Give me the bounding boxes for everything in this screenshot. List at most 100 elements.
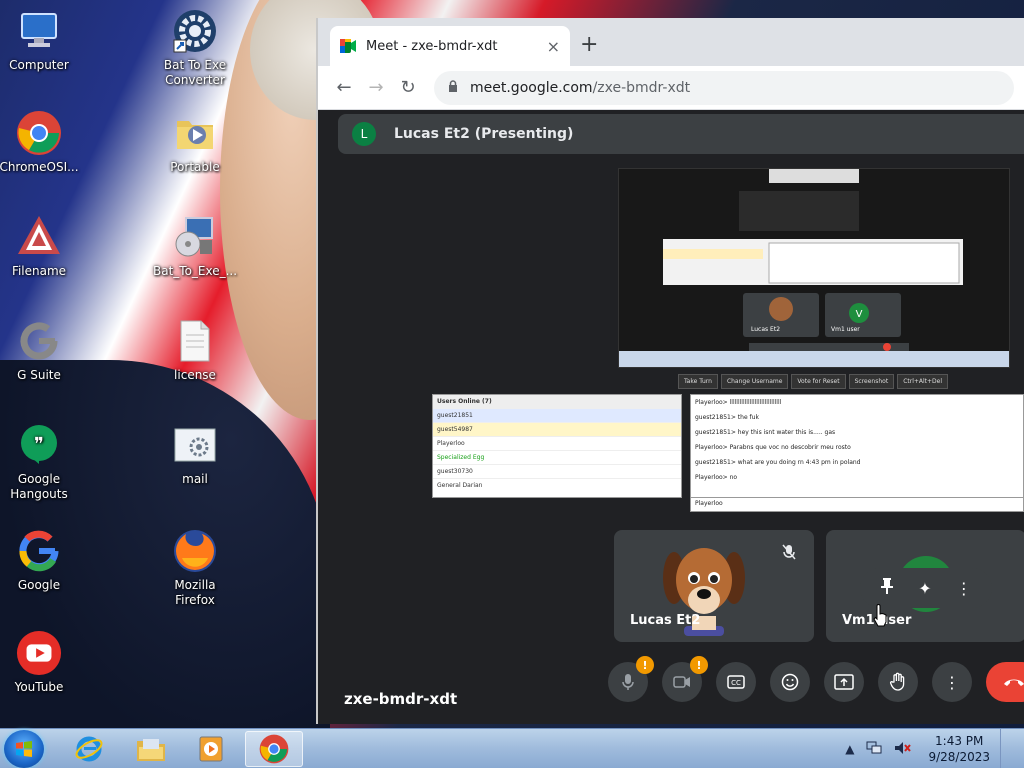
- gsuite-icon: [16, 318, 62, 364]
- chat-input[interactable]: Playerloo: [691, 497, 1023, 511]
- desktop-icon-gsuite[interactable]: G Suite: [0, 318, 81, 383]
- document-icon: [172, 318, 218, 364]
- desktop-icon-portable[interactable]: Portable: [153, 110, 237, 175]
- more-options-icon[interactable]: ⋮: [956, 579, 972, 598]
- desktop-icon-google[interactable]: Google: [0, 528, 81, 593]
- youtube-icon: [16, 630, 62, 676]
- nested-avatar: V: [856, 309, 863, 320]
- shared-screen: V Lucas Et2 Vm1 user Take Turn Change Us…: [432, 168, 1024, 512]
- installer-icon: [172, 214, 218, 260]
- windows-logo-icon: [16, 741, 32, 757]
- nested-tile-name: Vm1 user: [831, 326, 860, 333]
- ctrl-alt-del-button[interactable]: Ctrl+Alt+Del: [897, 374, 949, 389]
- browser-toolbar: ← → ↻ meet.google.com/zxe-bmdr-xdt: [318, 66, 1024, 110]
- firefox-icon: [172, 528, 218, 574]
- desktop-icon-chromeos[interactable]: ChromeOSI...: [0, 110, 81, 175]
- chat-message: Playerloo> lllllllllllllllllllllllllllll…: [695, 399, 782, 406]
- participant-name: Lucas Et2: [630, 613, 701, 628]
- url-host: meet.google.com: [470, 79, 593, 96]
- hangouts-icon: ❞: [16, 422, 62, 468]
- captions-button[interactable]: CC: [716, 662, 756, 702]
- taskbar-media-player[interactable]: [182, 731, 240, 767]
- camera-button[interactable]: !: [662, 656, 708, 702]
- volume-muted-icon[interactable]: [894, 741, 912, 758]
- taskbar-explorer[interactable]: [122, 731, 180, 767]
- chat-message: guest21851> what are you doing rn 4:43 p…: [695, 459, 861, 466]
- presenter-label: Lucas Et2 (Presenting): [394, 126, 574, 142]
- more-vert-icon: ⋮: [944, 672, 960, 692]
- lock-icon: [448, 80, 458, 95]
- google-icon: [16, 528, 62, 574]
- raise-hand-button[interactable]: [878, 662, 918, 702]
- desktop-icon-bat-to-exe[interactable]: Bat_To_Exe_...: [153, 214, 237, 279]
- system-tray: ▲ 1:43 PM 9/28/2023: [839, 729, 1024, 768]
- tile-hover-menu: ✦ ⋮: [860, 568, 992, 608]
- address-bar[interactable]: meet.google.com/zxe-bmdr-xdt: [434, 70, 1014, 105]
- vm-toolbar: Take Turn Change Username Vote for Reset…: [678, 374, 949, 389]
- desktop-icon-filename[interactable]: Filename: [0, 214, 81, 279]
- vote-reset-button[interactable]: Vote for Reset: [791, 374, 846, 389]
- back-arrow-icon[interactable]: ←: [328, 72, 360, 104]
- user-row[interactable]: guest30730: [433, 464, 681, 478]
- call-controls: ! ! CC ⋮: [608, 656, 1024, 702]
- pin-icon[interactable]: [880, 577, 894, 599]
- clock-date: 9/28/2023: [928, 750, 990, 764]
- folder-icon: [137, 739, 165, 761]
- computer-icon: [16, 8, 62, 54]
- meeting-code: zxe-bmdr-xdt: [344, 690, 458, 708]
- desktop-icon-license[interactable]: license: [153, 318, 237, 383]
- user-row[interactable]: Specialized Egg: [433, 450, 681, 464]
- taskbar-internet-explorer[interactable]: [60, 731, 118, 767]
- desktop-icon-mail[interactable]: mail: [153, 422, 237, 487]
- show-hidden-icons-icon[interactable]: ▲: [845, 742, 854, 756]
- present-screen-button[interactable]: [824, 662, 864, 702]
- warning-badge: !: [690, 656, 708, 674]
- user-row[interactable]: General Darian: [433, 478, 681, 492]
- effects-sparkle-icon[interactable]: ✦: [918, 579, 931, 598]
- taskbar: ▲ 1:43 PM 9/28/2023: [0, 728, 1024, 768]
- participant-tile-lucas[interactable]: Lucas Et2: [614, 530, 814, 642]
- nested-tile-name: Lucas Et2: [751, 326, 780, 333]
- tab-strip: Meet - zxe-bmdr-xdt × +: [318, 18, 1024, 66]
- take-turn-button[interactable]: Take Turn: [678, 374, 718, 389]
- user-row[interactable]: Playerloo: [433, 436, 681, 450]
- screenshot-button[interactable]: Screenshot: [848, 374, 895, 389]
- chrome-window: Meet - zxe-bmdr-xdt × + ← → ↻ meet.googl…: [316, 18, 1024, 724]
- meet-content: L Lucas Et2 (Presenting) V Lucas Et2 Vm1…: [318, 110, 1024, 724]
- clock[interactable]: 1:43 PM 9/28/2023: [928, 733, 990, 765]
- internet-explorer-icon: [75, 736, 103, 762]
- camera-icon: [673, 676, 690, 688]
- chat-message: guest21851> the fuk: [695, 414, 759, 421]
- desktop-icon-bat-to-exe-converter[interactable]: Bat To Exe Converter: [153, 8, 237, 88]
- emoji-reaction-button[interactable]: [770, 662, 810, 702]
- user-row[interactable]: guest54987: [433, 422, 681, 436]
- url-path: /zxe-bmdr-xdt: [592, 79, 691, 96]
- tab-meet[interactable]: Meet - zxe-bmdr-xdt ×: [330, 26, 570, 66]
- show-desktop-button[interactable]: [1000, 729, 1014, 768]
- change-username-button[interactable]: Change Username: [720, 374, 789, 389]
- taskbar-chrome[interactable]: [245, 731, 303, 767]
- svg-text:CC: CC: [731, 679, 741, 687]
- filename-icon: [16, 214, 62, 260]
- user-row[interactable]: guest21851: [433, 408, 681, 422]
- more-options-button[interactable]: ⋮: [932, 662, 972, 702]
- tab-close-icon[interactable]: ×: [547, 37, 560, 56]
- reload-icon[interactable]: ↻: [392, 72, 424, 104]
- chat-message: guest21851> hey this isnt water this is.…: [695, 429, 836, 436]
- desktop-icon-computer[interactable]: Computer: [0, 8, 81, 73]
- leave-call-button[interactable]: [986, 662, 1024, 702]
- microphone-icon: [622, 674, 634, 690]
- chat-panel: Playerloo> lllllllllllllllllllllllllllll…: [690, 394, 1024, 512]
- desktop-icon-google-hangouts[interactable]: ❞ Google Hangouts: [0, 422, 81, 502]
- forward-arrow-icon[interactable]: →: [360, 72, 392, 104]
- presenter-bar: L Lucas Et2 (Presenting): [338, 114, 1024, 154]
- network-icon[interactable]: [866, 741, 882, 758]
- folder-icon: [172, 110, 218, 156]
- new-tab-button[interactable]: +: [580, 32, 598, 57]
- hangup-icon: [1004, 679, 1024, 686]
- desktop-icon-youtube[interactable]: YouTube: [0, 630, 81, 695]
- microphone-button[interactable]: !: [608, 656, 654, 702]
- svg-text:❞: ❞: [34, 434, 44, 455]
- start-button[interactable]: [4, 730, 44, 768]
- desktop-icon-mozilla-firefox[interactable]: Mozilla Firefox: [153, 528, 237, 608]
